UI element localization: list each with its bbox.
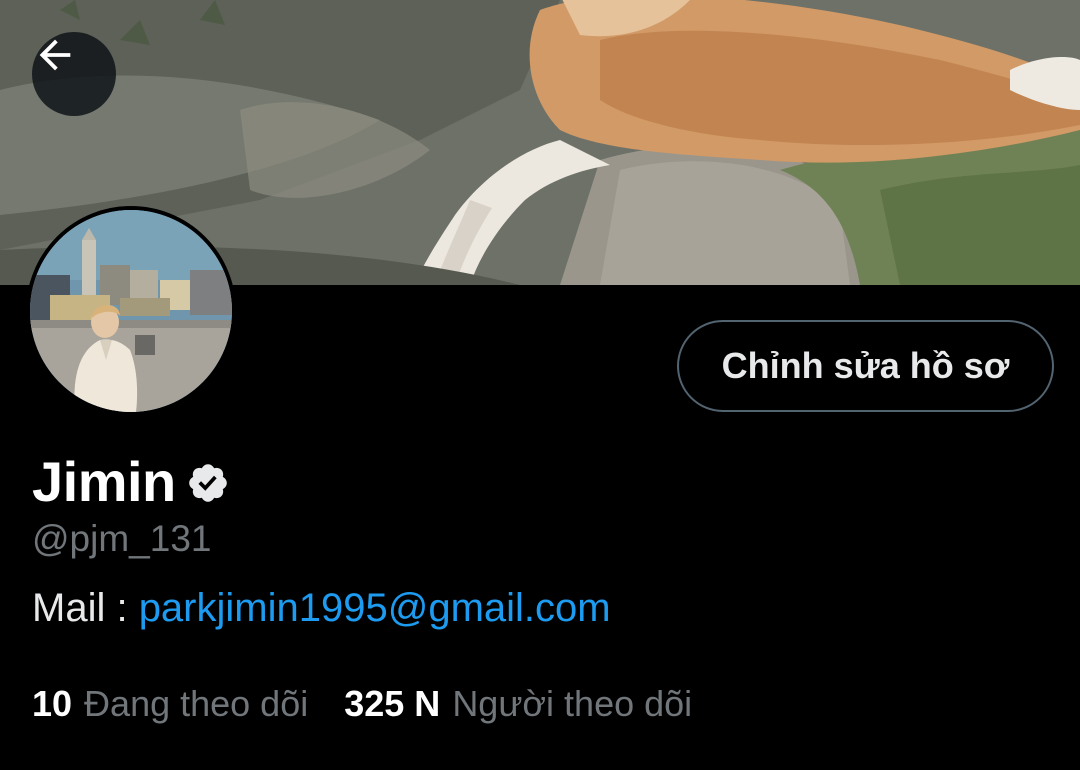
avatar-image [30, 210, 232, 412]
user-handle: @pjm_131 [32, 518, 212, 559]
edit-profile-button[interactable]: Chỉnh sửa hồ sơ [677, 320, 1054, 412]
followers-stat[interactable]: 325 N Người theo dõi [344, 683, 692, 725]
display-name: Jimin [32, 449, 176, 513]
following-count: 10 [32, 683, 73, 724]
profile-page: Chỉnh sửa hồ sơ Jimin @pjm_131 Mail : pa… [0, 0, 1080, 770]
bio-prefix: Mail : [32, 586, 139, 630]
following-stat[interactable]: 10 Đang theo dõi [32, 683, 308, 725]
bio-email-link[interactable]: parkjimin1995@gmail.com [139, 586, 611, 630]
verified-badge-icon[interactable] [186, 461, 230, 505]
follow-stats: 10 Đang theo dõi 325 N Người theo dõi [32, 683, 692, 725]
bio: Mail : parkjimin1995@gmail.com [32, 586, 611, 631]
arrow-left-icon [39, 39, 71, 71]
followers-count: 325 N [344, 683, 441, 724]
avatar[interactable] [26, 206, 236, 416]
followers-label: Người theo dõi [452, 683, 693, 724]
back-button[interactable] [32, 32, 116, 116]
following-label: Đang theo dõi [84, 683, 309, 724]
display-name-row: Jimin [32, 448, 230, 514]
